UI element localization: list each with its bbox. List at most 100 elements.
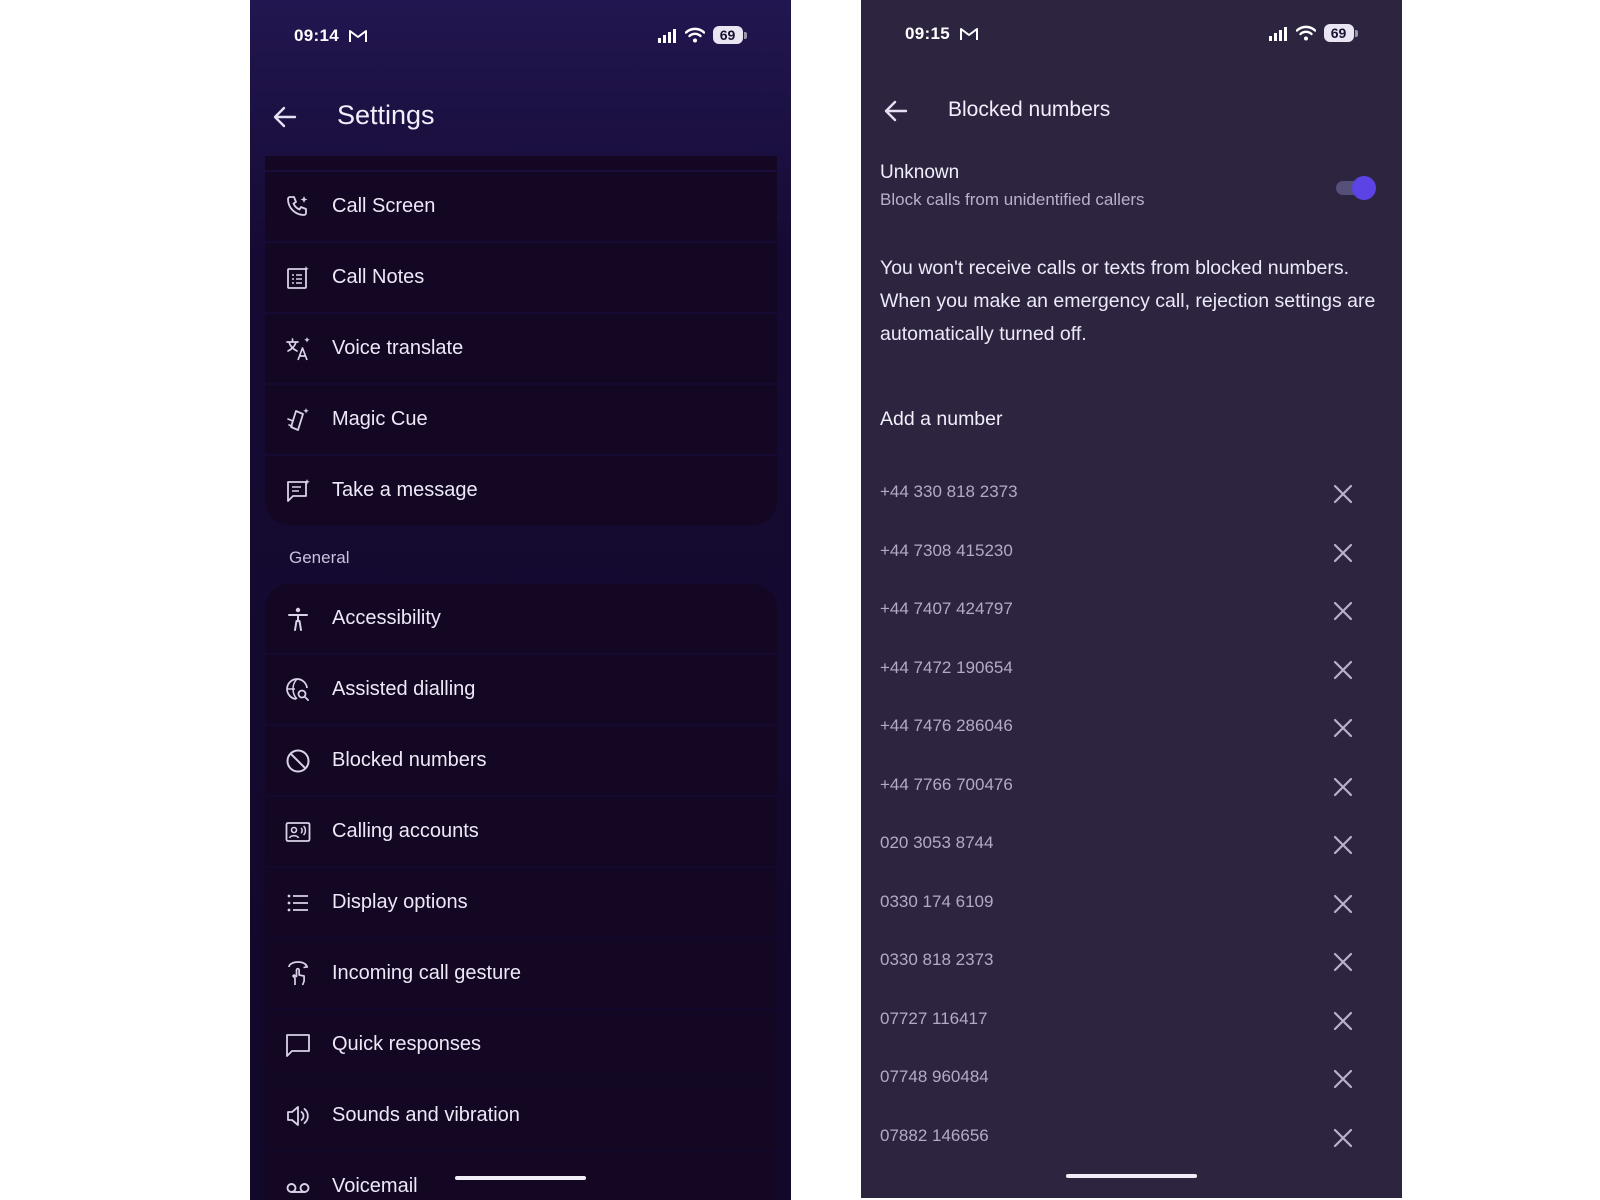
speaker-icon (287, 1106, 309, 1126)
blocked-number-row: 07727 116417 (861, 1001, 1402, 1060)
menu-item-calling-accounts[interactable]: Calling accounts (265, 797, 777, 866)
magic-cue-icon (287, 408, 309, 431)
page-title: Blocked numbers (948, 98, 1111, 121)
wifi-icon (1296, 25, 1316, 41)
menu-label: Assisted dialling (332, 678, 476, 700)
add-number-button[interactable]: Add a number (880, 408, 1003, 431)
contact-card-icon (285, 822, 311, 842)
menu-label: Quick responses (332, 1033, 481, 1055)
battery-tip (744, 31, 747, 39)
close-icon[interactable] (1331, 833, 1355, 857)
phone-number: 07748 960484 (880, 1067, 989, 1086)
blocked-info-text: You won't receive calls or texts from bl… (880, 257, 1376, 345)
gmail-icon (349, 30, 367, 42)
close-icon[interactable] (1331, 892, 1355, 916)
status-bar: 09:15 69 (861, 22, 1402, 50)
blocked-number-row: 020 3053 8744 (861, 825, 1402, 884)
setting-subtitle: Block calls from unidentified callers (880, 190, 1145, 209)
menu-label: Magic Cue (332, 408, 428, 430)
status-bar: 09:14 69 (250, 24, 791, 52)
menu-item-call-notes[interactable]: Call Notes (265, 243, 777, 312)
status-indicators: 69 (1268, 24, 1358, 42)
menu-item-take-a-message[interactable]: Take a message (265, 456, 777, 525)
phone-number: +44 7476 286046 (880, 716, 1013, 735)
toggle-thumb (1352, 176, 1376, 200)
menu-label: Take a message (332, 479, 478, 501)
menu-item-quick-responses[interactable]: Quick responses (265, 1010, 777, 1079)
back-arrow-icon[interactable] (272, 104, 298, 130)
home-indicator[interactable] (1066, 1174, 1197, 1178)
phone-number: 020 3053 8744 (880, 833, 994, 852)
blocked-numbers-list: +44 330 818 2373 +44 7308 415230 +44 740… (861, 474, 1402, 1176)
phone-number: +44 7308 415230 (880, 540, 1013, 560)
voicemail-icon (286, 1183, 310, 1193)
blocked-number-row: 0330 174 6109 (861, 884, 1402, 943)
close-icon[interactable] (1331, 599, 1355, 623)
menu-label: Voice translate (332, 337, 464, 359)
gmail-icon (960, 28, 978, 40)
phone-number: +44 7766 700476 (880, 774, 1013, 794)
chat-bubble-icon (286, 1034, 310, 1057)
menu-item-assisted-dialling[interactable]: Assisted dialling (265, 655, 777, 724)
battery-level: 69 (713, 26, 743, 44)
close-icon[interactable] (1331, 1067, 1355, 1091)
close-icon[interactable] (1331, 541, 1355, 565)
blocked-number-row: +44 330 818 2373 (861, 474, 1402, 533)
menu-label: Incoming call gesture (332, 962, 521, 984)
section-header-general: General (289, 548, 350, 567)
phone-number: 07882 146656 (880, 1125, 989, 1145)
wifi-icon (685, 27, 705, 43)
battery-indicator: 69 (713, 26, 747, 44)
close-icon[interactable] (1331, 950, 1355, 974)
menu-label: Accessibility (332, 607, 441, 629)
menu-item-blocked-numbers[interactable]: Blocked numbers (265, 726, 777, 795)
close-icon[interactable] (1331, 775, 1355, 799)
menu-label: Call Screen (332, 195, 436, 217)
blocked-number-row: +44 7766 700476 (861, 767, 1402, 826)
menu-label: Sounds and vibration (332, 1104, 520, 1126)
call-screen-icon (287, 196, 308, 216)
menu-item-magic-cue[interactable]: Magic Cue (265, 385, 777, 454)
blocked-number-row: +44 7472 190654 (861, 650, 1402, 709)
settings-screen: 09:14 69 Settings Call Screen Call Notes… (250, 0, 791, 1200)
phone-number: +44 330 818 2373 (880, 482, 1018, 501)
phone-number: 07727 116417 (880, 1008, 988, 1028)
menu-item-voice-translate[interactable]: Voice translate (265, 314, 777, 383)
battery-tip (1355, 29, 1358, 37)
battery-level: 69 (1324, 24, 1354, 42)
status-indicators: 69 (657, 26, 747, 44)
unknown-callers-toggle[interactable] (1336, 176, 1376, 200)
menu-item-display-options[interactable]: Display options (265, 868, 777, 937)
unknown-callers-setting[interactable]: Unknown Block calls from unidentified ca… (880, 162, 1380, 222)
menu-item-sounds-and-vibration[interactable]: Sounds and vibration (265, 1081, 777, 1150)
back-arrow-icon[interactable] (883, 98, 909, 124)
menu-label: Blocked numbers (332, 749, 487, 771)
close-icon[interactable] (1331, 482, 1355, 506)
signal-icon (658, 29, 676, 43)
menu-item-incoming-call-gesture[interactable]: Incoming call gesture (265, 939, 777, 1008)
globe-search-icon (286, 678, 309, 701)
blocked-number-row: 07748 960484 (861, 1059, 1402, 1118)
home-indicator[interactable] (455, 1176, 586, 1180)
menu-label: Call Notes (332, 266, 425, 288)
menu-group-features: Call Screen Call Notes Voice translate M… (265, 156, 777, 527)
close-icon[interactable] (1331, 658, 1355, 682)
close-icon[interactable] (1331, 1009, 1355, 1033)
phone-number: +44 7472 190654 (880, 657, 1013, 677)
menu-item-accessibility[interactable]: Accessibility (265, 584, 777, 653)
signal-icon (1269, 27, 1287, 41)
phone-number: 0330 818 2373 (880, 950, 994, 969)
blocked-number-row: +44 7308 415230 (861, 533, 1402, 592)
accessibility-icon (288, 607, 308, 631)
phone-number: +44 7407 424797 (880, 599, 1013, 618)
page-title: Settings (337, 100, 435, 130)
menu-item-call-screen[interactable]: Call Screen (265, 172, 777, 241)
gesture-icon (288, 961, 309, 986)
blocked-number-row: +44 7476 286046 (861, 708, 1402, 767)
blocked-number-row: +44 7407 424797 (861, 591, 1402, 650)
menu-group-general: Accessibility Assisted dialling Blocked … (265, 584, 777, 1200)
close-icon[interactable] (1331, 716, 1355, 740)
menu-label: Calling accounts (332, 820, 479, 842)
close-icon[interactable] (1331, 1126, 1355, 1150)
phone-number: 0330 174 6109 (880, 891, 994, 911)
